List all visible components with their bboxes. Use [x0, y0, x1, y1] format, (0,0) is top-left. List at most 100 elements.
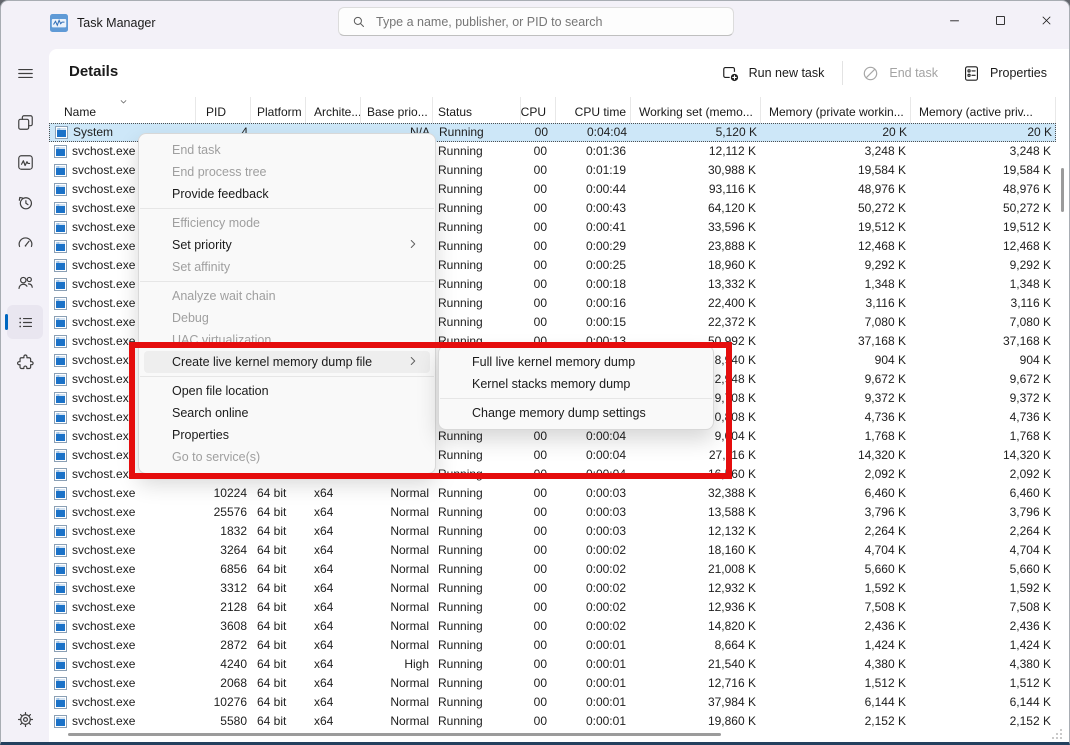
cell-mpriv: 7,080 K: [761, 313, 911, 332]
cell-prio: Normal: [361, 712, 433, 731]
submenu-item-kernel-stacks-memory-dump[interactable]: Kernel stacks memory dump: [444, 373, 708, 395]
cell-time: 0:00:02: [556, 617, 631, 636]
context-menu-item-set-priority[interactable]: Set priority: [144, 234, 430, 256]
context-menu-item-efficiency-mode[interactable]: Efficiency mode: [144, 212, 430, 234]
table-row[interactable]: svchost.exe183264 bitx64NormalRunning000…: [49, 522, 1056, 541]
search-box[interactable]: [338, 7, 734, 36]
minimize-button[interactable]: [931, 1, 977, 39]
sidebar-item-processes[interactable]: [7, 105, 43, 139]
column-header-arch[interactable]: Archite...: [306, 97, 361, 123]
app-window-icon: [54, 487, 67, 500]
table-row[interactable]: svchost.exe424064 bitx64HighRunning000:0…: [49, 655, 1056, 674]
cell-mact: 19,584 K: [911, 161, 1056, 180]
table-row[interactable]: svchost.exe360864 bitx64NormalRunning000…: [49, 617, 1056, 636]
cell-status: Running: [433, 655, 521, 674]
end-task-button[interactable]: End task: [849, 57, 950, 90]
sidebar-item-services[interactable]: [7, 345, 43, 379]
cell-mpriv: 9,292 K: [761, 256, 911, 275]
process-name: svchost.exe: [72, 541, 135, 560]
cell-mact: 50,272 K: [911, 199, 1056, 218]
cell-ws: 30,988 K: [631, 161, 761, 180]
context-menu-item-create-live-kernel-memory-dump-file[interactable]: Create live kernel memory dump file: [144, 351, 430, 373]
context-menu-item-open-file-location[interactable]: Open file location: [144, 380, 430, 402]
context-menu-item-properties[interactable]: Properties: [144, 424, 430, 446]
process-name-cell: svchost.exe: [49, 712, 196, 731]
app-window-icon: [54, 145, 67, 158]
cell-cpu: 00: [521, 218, 556, 237]
cell-cpu: 00: [521, 161, 556, 180]
settings-button[interactable]: [7, 702, 43, 736]
table-row[interactable]: svchost.exe1022464 bitx64NormalRunning00…: [49, 484, 1056, 503]
sidebar-item-users[interactable]: [7, 265, 43, 299]
column-header-pid[interactable]: PID: [196, 97, 251, 123]
sidebar-item-app-history[interactable]: [7, 185, 43, 219]
context-menu-item-debug[interactable]: Debug: [144, 307, 430, 329]
cell-ws: 12,936 K: [631, 598, 761, 617]
cell-ws: 13,332 K: [631, 275, 761, 294]
menu-item-label: Debug: [172, 311, 209, 325]
cell-cpu: 00: [521, 465, 556, 484]
table-row[interactable]: svchost.exe326464 bitx64NormalRunning000…: [49, 541, 1056, 560]
properties-button[interactable]: Properties: [950, 57, 1059, 90]
cell-time: 0:00:15: [556, 313, 631, 332]
cell-ws: 14,820 K: [631, 617, 761, 636]
table-row[interactable]: svchost.exe287264 bitx64NormalRunning000…: [49, 636, 1056, 655]
context-menu-item-go-to-service-s[interactable]: Go to service(s): [144, 446, 430, 468]
performance-icon: [16, 153, 35, 172]
context-menu-item-end-task[interactable]: End task: [144, 139, 430, 161]
table-row[interactable]: svchost.exe212864 bitx64NormalRunning000…: [49, 598, 1056, 617]
context-menu-item-set-affinity[interactable]: Set affinity: [144, 256, 430, 278]
maximize-button[interactable]: [977, 1, 1023, 39]
table-row[interactable]: svchost.exe331264 bitx64NormalRunning000…: [49, 579, 1056, 598]
column-header-name[interactable]: Name: [49, 97, 196, 123]
vertical-scrollbar[interactable]: [1061, 168, 1064, 212]
table-row[interactable]: svchost.exe2557664 bitx64NormalRunning00…: [49, 503, 1056, 522]
cell-time: 0:00:03: [556, 503, 631, 522]
table-row[interactable]: svchost.exe1027664 bitx64NormalRunning00…: [49, 693, 1056, 712]
process-name: svchost.exe: [72, 370, 135, 389]
resize-grip[interactable]: [1051, 728, 1063, 740]
process-name: svchost.exe: [72, 446, 135, 465]
cell-arch: x64: [306, 579, 361, 598]
process-name: svchost.exe: [72, 579, 135, 598]
table-row[interactable]: svchost.exe206864 bitx64NormalRunning000…: [49, 674, 1056, 693]
app-window-icon: [54, 202, 67, 215]
close-button[interactable]: [1023, 1, 1069, 39]
maximize-icon: [993, 13, 1008, 28]
sidebar-item-performance[interactable]: [7, 145, 43, 179]
process-name: svchost.exe: [72, 256, 135, 275]
context-menu-item-provide-feedback[interactable]: Provide feedback: [144, 183, 430, 205]
cell-arch: x64: [306, 636, 361, 655]
column-header-cpu[interactable]: CPU: [521, 97, 556, 123]
column-header-mact[interactable]: Memory (active priv...: [911, 97, 1056, 123]
sidebar-item-details[interactable]: [7, 305, 43, 339]
cell-prio: Normal: [361, 636, 433, 655]
column-header-mpriv[interactable]: Memory (private workin...: [761, 97, 911, 123]
context-menu-item-uac-virtualization[interactable]: UAC virtualization: [144, 329, 430, 351]
table-row[interactable]: svchost.exe558064 bitx64NormalRunning000…: [49, 712, 1056, 731]
search-input[interactable]: [374, 14, 733, 30]
column-header-ws[interactable]: Working set (memo...: [631, 97, 761, 123]
menu-item-label: Kernel stacks memory dump: [472, 377, 630, 391]
end-task-icon: [861, 64, 880, 83]
table-row[interactable]: svchost.exe685664 bitx64NormalRunning000…: [49, 560, 1056, 579]
cell-platform: 64 bit: [251, 598, 306, 617]
column-header-status[interactable]: Status: [433, 97, 521, 123]
column-header-time[interactable]: CPU time: [556, 97, 631, 123]
run-new-task-button[interactable]: Run new task: [709, 57, 837, 90]
horizontal-scrollbar[interactable]: [68, 733, 721, 736]
context-menu-item-analyze-wait-chain[interactable]: Analyze wait chain: [144, 285, 430, 307]
sidebar-item-menu[interactable]: [7, 56, 43, 90]
cell-prio: Normal: [361, 484, 433, 503]
app-window-icon: [54, 449, 67, 462]
context-menu-item-search-online[interactable]: Search online: [144, 402, 430, 424]
submenu-item-change-memory-dump-settings[interactable]: Change memory dump settings: [444, 402, 708, 424]
column-header-prio[interactable]: Base prio...: [361, 97, 433, 123]
sidebar-item-startup-apps[interactable]: [7, 225, 43, 259]
column-header-platform[interactable]: Platform: [251, 97, 306, 123]
context-menu-item-end-process-tree[interactable]: End process tree: [144, 161, 430, 183]
cell-time: 0:01:19: [556, 161, 631, 180]
process-name: svchost.exe: [72, 674, 135, 693]
app-window-icon: [54, 373, 67, 386]
submenu-item-full-live-kernel-memory-dump[interactable]: Full live kernel memory dump: [444, 351, 708, 373]
